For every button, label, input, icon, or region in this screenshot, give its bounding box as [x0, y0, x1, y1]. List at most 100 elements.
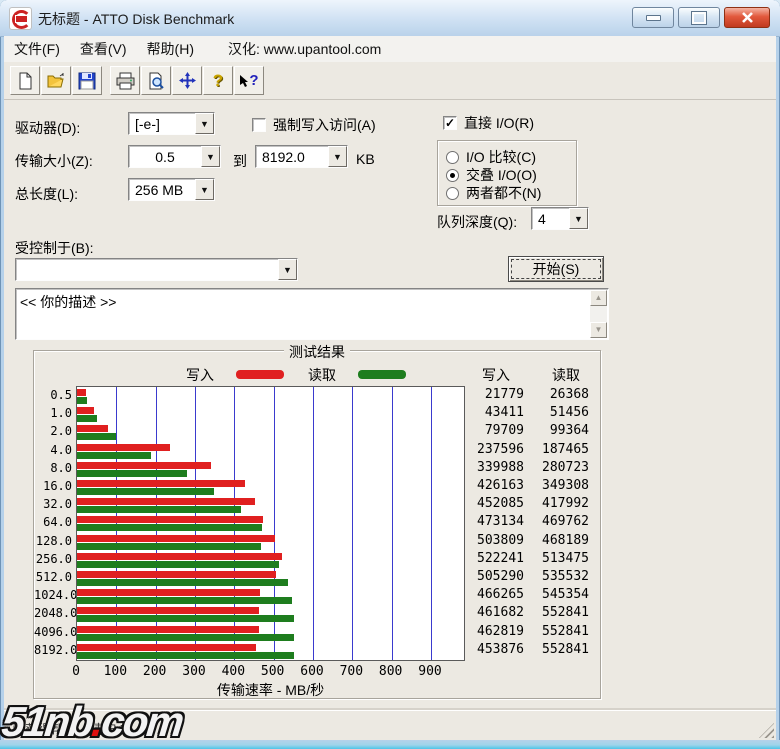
scroll-down-icon[interactable]: ▼: [590, 322, 607, 338]
read-bar: [77, 415, 97, 422]
force-write-checkbox[interactable]: 强制写入访问(A): [252, 115, 376, 135]
read-legend-swatch: [358, 370, 406, 379]
gridline: [431, 387, 432, 660]
maximize-icon: [692, 12, 706, 24]
read-bar: [77, 488, 214, 495]
toolbar: ? ?: [4, 62, 776, 100]
chart-row-label: 8192.0: [34, 641, 72, 659]
write-legend-swatch: [236, 370, 284, 379]
radio-io-compare[interactable]: I/O 比较(C): [446, 147, 536, 167]
chart-row-label: 16.0: [34, 477, 72, 495]
chart-row-label: 0.5: [34, 386, 72, 404]
drive-label: 驱动器(D):: [15, 118, 80, 138]
context-help-button[interactable]: ?: [234, 66, 264, 95]
controlled-by-select[interactable]: ▼: [15, 258, 298, 281]
write-bar: [77, 498, 255, 505]
read-bar: [77, 652, 294, 659]
localization-note: 汉化: www.upantool.com: [218, 36, 391, 62]
gridline: [392, 387, 393, 660]
radio-overlapped-io[interactable]: 交叠 I/O(O): [446, 165, 537, 185]
read-value: 552841: [509, 623, 589, 641]
x-tick-label: 700: [331, 664, 371, 679]
chevron-down-icon[interactable]: ▼: [569, 208, 588, 229]
write-bar: [77, 516, 263, 523]
print-preview-button[interactable]: [141, 66, 171, 95]
description-box[interactable]: << 你的描述 >> ▲ ▼: [15, 288, 609, 340]
write-bar: [77, 607, 259, 614]
drive-select[interactable]: [-e-] ▼: [128, 112, 215, 135]
print-button[interactable]: [110, 66, 140, 95]
io-mode-group: I/O 比较(C) 交叠 I/O(O) 两者都不(N): [437, 140, 577, 206]
open-file-button[interactable]: [41, 66, 71, 95]
menu-file[interactable]: 文件(F): [4, 36, 70, 62]
read-bar: [77, 433, 116, 440]
chart-plot: [76, 386, 465, 661]
chevron-down-icon[interactable]: ▼: [195, 113, 214, 134]
pan-button[interactable]: [172, 66, 202, 95]
print-preview-icon: [147, 72, 165, 90]
read-bar: [77, 561, 279, 568]
queue-depth-select[interactable]: 4 ▼: [531, 207, 589, 230]
help-button[interactable]: ?: [203, 66, 233, 95]
total-length-select[interactable]: 256 MB ▼: [128, 178, 215, 201]
chevron-down-icon[interactable]: ▼: [195, 179, 214, 200]
results-group-title: 测试结果: [284, 342, 350, 362]
save-button[interactable]: [72, 66, 102, 95]
write-bar: [77, 626, 259, 633]
scroll-up-icon[interactable]: ▲: [590, 290, 607, 306]
start-button[interactable]: 开始(S): [508, 256, 604, 282]
cursor-icon: [239, 74, 248, 88]
window-title: 无标题 - ATTO Disk Benchmark: [38, 9, 234, 29]
menu-bar: 文件(F) 查看(V) 帮助(H) 汉化: www.upantool.com: [4, 36, 776, 63]
chart-row-label: 8.0: [34, 459, 72, 477]
read-value: 469762: [509, 513, 589, 531]
chart-row-label: 2048.0: [34, 604, 72, 622]
read-bar: [77, 615, 294, 622]
read-value: 552841: [509, 641, 589, 659]
new-file-icon: [16, 72, 34, 90]
description-scrollbar[interactable]: ▲ ▼: [590, 290, 607, 338]
write-bar: [77, 480, 245, 487]
to-label: 到: [233, 151, 247, 171]
x-tick-label: 200: [135, 664, 175, 679]
read-value: 468189: [509, 532, 589, 550]
close-button[interactable]: [724, 7, 770, 28]
chart-row-label: 4096.0: [34, 623, 72, 641]
write-bar: [77, 407, 94, 414]
gridline: [313, 387, 314, 660]
read-bar: [77, 543, 261, 550]
menu-help[interactable]: 帮助(H): [137, 36, 204, 62]
transfer-from-select[interactable]: 0.5 ▼: [128, 145, 221, 168]
chart-row-label: 32.0: [34, 495, 72, 513]
x-tick-label: 0: [56, 664, 96, 679]
chart-x-axis-label: 传输速率 - MB/秒: [76, 680, 465, 700]
x-tick-label: 900: [410, 664, 450, 679]
chart-row-label: 1024.0: [34, 586, 72, 604]
title-bar: 无标题 - ATTO Disk Benchmark: [0, 0, 780, 37]
pan-move-icon: [178, 71, 197, 90]
read-bar: [77, 597, 292, 604]
new-file-button[interactable]: [10, 66, 40, 95]
direct-io-checkbox[interactable]: ✓ 直接 I/O(R): [443, 113, 534, 133]
write-bar: [77, 644, 256, 651]
read-bar: [77, 470, 187, 477]
read-bar: [77, 579, 288, 586]
write-bar: [77, 553, 282, 560]
chevron-down-icon[interactable]: ▼: [201, 146, 220, 167]
chevron-down-icon[interactable]: ▼: [328, 146, 347, 167]
minimize-button[interactable]: [632, 7, 674, 28]
chart-row-label: 2.0: [34, 422, 72, 440]
write-column-header: 写入: [482, 365, 510, 385]
chevron-down-icon[interactable]: ▼: [278, 259, 297, 280]
help-icon: ?: [213, 71, 223, 91]
menu-view[interactable]: 查看(V): [70, 36, 137, 62]
x-tick-label: 400: [213, 664, 253, 679]
transfer-to-select[interactable]: 8192.0 ▼: [255, 145, 348, 168]
read-bar: [77, 452, 151, 459]
resize-grip[interactable]: [759, 723, 774, 738]
radio-neither[interactable]: 两者都不(N): [446, 183, 541, 203]
maximize-button[interactable]: [678, 7, 720, 28]
write-bar: [77, 571, 276, 578]
watermark: 51nb.com: [0, 698, 185, 746]
app-icon: [9, 7, 32, 30]
